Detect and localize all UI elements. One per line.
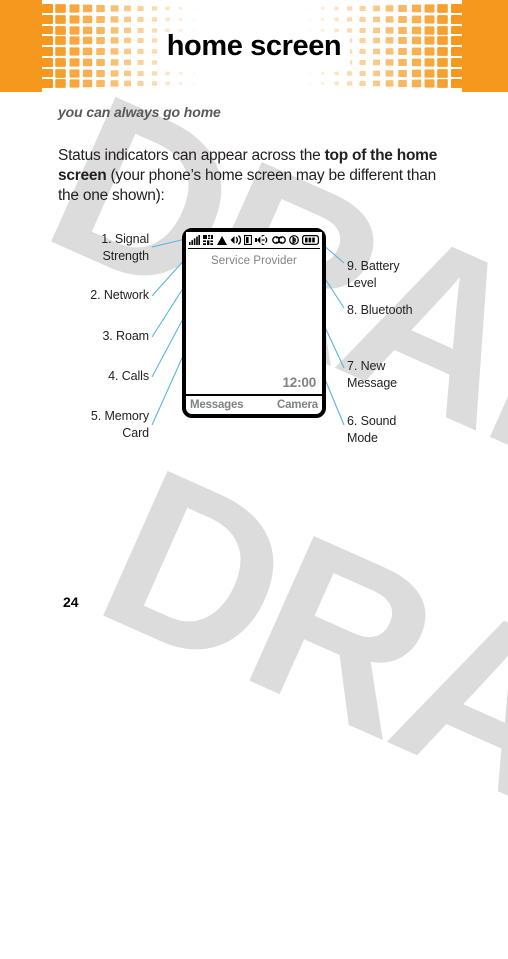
- callout-text-5: Memory Card: [104, 409, 149, 440]
- phone-status-bar: [186, 232, 322, 248]
- callout-label-6-sound-mode: 6. Sound Mode: [347, 413, 396, 446]
- callout-label-1-signal-strength: 1. Signal Strength: [101, 231, 149, 264]
- sound-mode-icon: [255, 235, 268, 245]
- callout-number-7: 7.: [347, 359, 358, 373]
- roam-icon: [216, 235, 227, 245]
- callout-number-3: 3.: [102, 329, 113, 343]
- service-provider-label: Service Provider: [211, 255, 297, 267]
- callout-text-3: Roam: [116, 329, 149, 343]
- callout-number-4: 4.: [108, 369, 119, 383]
- page-number: 24: [63, 594, 79, 610]
- callout-number-9: 9.: [347, 259, 358, 273]
- memory-card-icon: [244, 235, 252, 245]
- phone-softkey-bar: Messages Camera: [186, 396, 322, 414]
- callout-number-6: 6.: [347, 414, 358, 428]
- callout-label-4-calls: 4. Calls: [108, 368, 149, 385]
- callout-text-2: Network: [103, 288, 149, 302]
- callout-label-7-new-message: 7. New Message: [347, 358, 397, 391]
- section-subtitle: you can always go home: [58, 104, 221, 120]
- phone-home-screen-illustration: Service Provider 12:00 Messages Camera: [182, 228, 326, 418]
- callout-label-3-roam: 3. Roam: [102, 328, 149, 345]
- softkey-right-camera[interactable]: Camera: [277, 399, 318, 411]
- intro-text-part1: Status indicators can appear across the: [58, 146, 325, 164]
- new-message-icon: [271, 236, 286, 244]
- callout-text-4: Calls: [121, 369, 149, 383]
- signal-strength-icon: [189, 235, 200, 245]
- bluetooth-icon: [288, 235, 299, 245]
- calls-icon: [230, 235, 241, 245]
- battery-level-icon: [302, 235, 319, 245]
- callout-number-1: 1.: [101, 232, 112, 246]
- callout-number-5: 5.: [90, 409, 102, 423]
- callout-label-9-battery-level: 9. Battery Level: [347, 258, 400, 291]
- callout-label-2-network: 2. Network: [90, 287, 149, 304]
- callout-number-2: 2.: [90, 288, 101, 302]
- intro-paragraph: Status indicators can appear across the …: [58, 146, 450, 206]
- intro-text-part2: (your phone’s home screen may be differe…: [58, 166, 436, 204]
- network-icon: [203, 235, 214, 245]
- callout-label-5-memory-card: 5. Memory Card: [91, 408, 149, 441]
- callout-text-8: Bluetooth: [360, 303, 413, 317]
- callout-label-8-bluetooth: 8. Bluetooth: [347, 302, 413, 319]
- clock-label: 12:00: [282, 375, 316, 390]
- callout-number-8: 8.: [347, 303, 358, 317]
- softkey-left-messages[interactable]: Messages: [190, 399, 244, 411]
- phone-screen-body: Service Provider 12:00: [186, 249, 322, 394]
